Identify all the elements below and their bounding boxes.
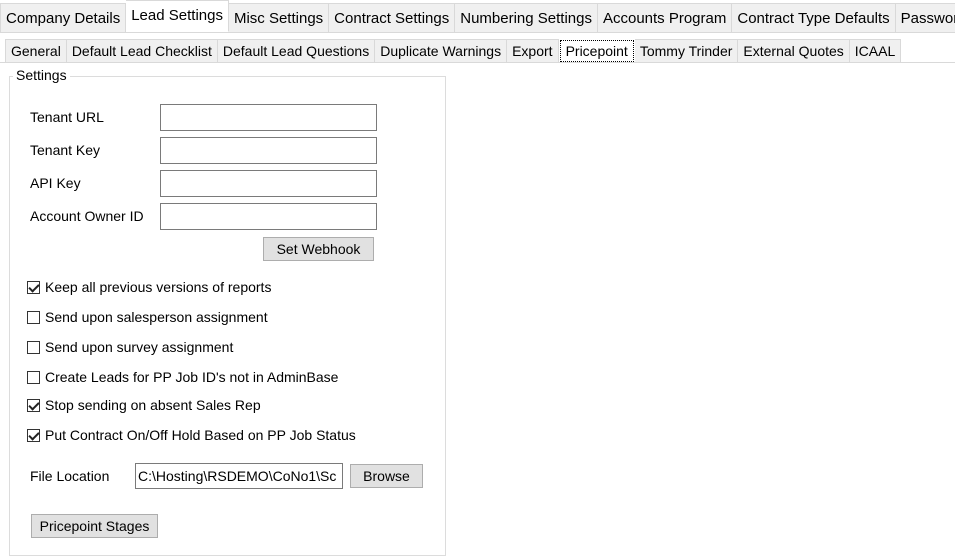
tab-company-details[interactable]: Company Details [0, 3, 127, 33]
checkbox-checked-icon[interactable] [27, 398, 40, 412]
settings-group-title: Settings [13, 67, 70, 83]
subtab-icaal[interactable]: ICAAL [849, 39, 902, 63]
tab-passwords[interactable]: Passwords [895, 3, 955, 33]
api-key-input[interactable] [160, 170, 377, 197]
tab-accounts-program[interactable]: Accounts Program [597, 3, 733, 33]
subtab-default-lead-questions[interactable]: Default Lead Questions [217, 39, 376, 63]
subtab-external-quotes[interactable]: External Quotes [738, 39, 850, 63]
tab-contract-settings[interactable]: Contract Settings [329, 3, 456, 33]
file-location-input[interactable] [135, 463, 343, 489]
checkbox-label: Put Contract On/Off Hold Based on PP Job… [45, 427, 356, 443]
subtab-general[interactable]: General [5, 39, 67, 63]
create-leads-checkbox[interactable]: Create Leads for PP Job ID's not in Admi… [27, 369, 338, 385]
checkbox-label: Stop sending on absent Sales Rep [45, 397, 261, 413]
tenant-key-input[interactable] [160, 137, 377, 164]
pricepoint-stages-button[interactable]: Pricepoint Stages [31, 514, 158, 538]
subtab-export[interactable]: Export [507, 39, 559, 63]
subtab-default-lead-checklist[interactable]: Default Lead Checklist [66, 39, 218, 63]
api-key-label: API Key [30, 175, 81, 191]
tab-lead-settings[interactable]: Lead Settings [126, 0, 229, 32]
contract-hold-checkbox[interactable]: Put Contract On/Off Hold Based on PP Job… [27, 427, 356, 443]
stop-sending-absent-rep-checkbox[interactable]: Stop sending on absent Sales Rep [27, 397, 261, 413]
account-owner-id-input[interactable] [160, 203, 377, 230]
tenant-url-input[interactable] [160, 104, 377, 131]
main-tab-strip: Company Details Lead Settings Misc Setti… [0, 0, 955, 33]
file-location-label: File Location [30, 468, 110, 484]
tenant-key-label: Tenant Key [30, 142, 101, 158]
checkbox-label: Create Leads for PP Job ID's not in Admi… [45, 369, 339, 385]
tenant-url-label: Tenant URL [30, 109, 104, 125]
checkbox-checked-icon[interactable] [27, 428, 40, 442]
sub-tab-strip: General Default Lead Checklist Default L… [5, 39, 902, 63]
browse-button[interactable]: Browse [350, 464, 423, 488]
keep-previous-versions-checkbox[interactable]: Keep all previous versions of reports [27, 279, 271, 295]
checkbox-checked-icon[interactable] [27, 280, 40, 294]
send-upon-survey-checkbox[interactable]: Send upon survey assignment [27, 339, 233, 355]
subtab-pricepoint[interactable]: Pricepoint [559, 40, 634, 62]
subtab-tommy-trinder[interactable]: Tommy Trinder [634, 39, 739, 63]
checkbox-label: Send upon salesperson assignment [45, 309, 268, 325]
checkbox-unchecked-icon[interactable] [27, 370, 40, 384]
checkbox-label: Send upon survey assignment [45, 339, 234, 355]
checkbox-label: Keep all previous versions of reports [45, 279, 272, 295]
account-owner-id-label: Account Owner ID [30, 208, 144, 224]
checkbox-unchecked-icon[interactable] [27, 310, 40, 324]
send-upon-salesperson-checkbox[interactable]: Send upon salesperson assignment [27, 309, 268, 325]
subtab-duplicate-warnings[interactable]: Duplicate Warnings [375, 39, 508, 63]
set-webhook-button[interactable]: Set Webhook [263, 237, 374, 261]
tab-misc-settings[interactable]: Misc Settings [228, 3, 330, 33]
checkbox-unchecked-icon[interactable] [27, 340, 40, 354]
tab-numbering-settings[interactable]: Numbering Settings [455, 3, 598, 33]
tab-contract-type-defaults[interactable]: Contract Type Defaults [732, 3, 896, 33]
